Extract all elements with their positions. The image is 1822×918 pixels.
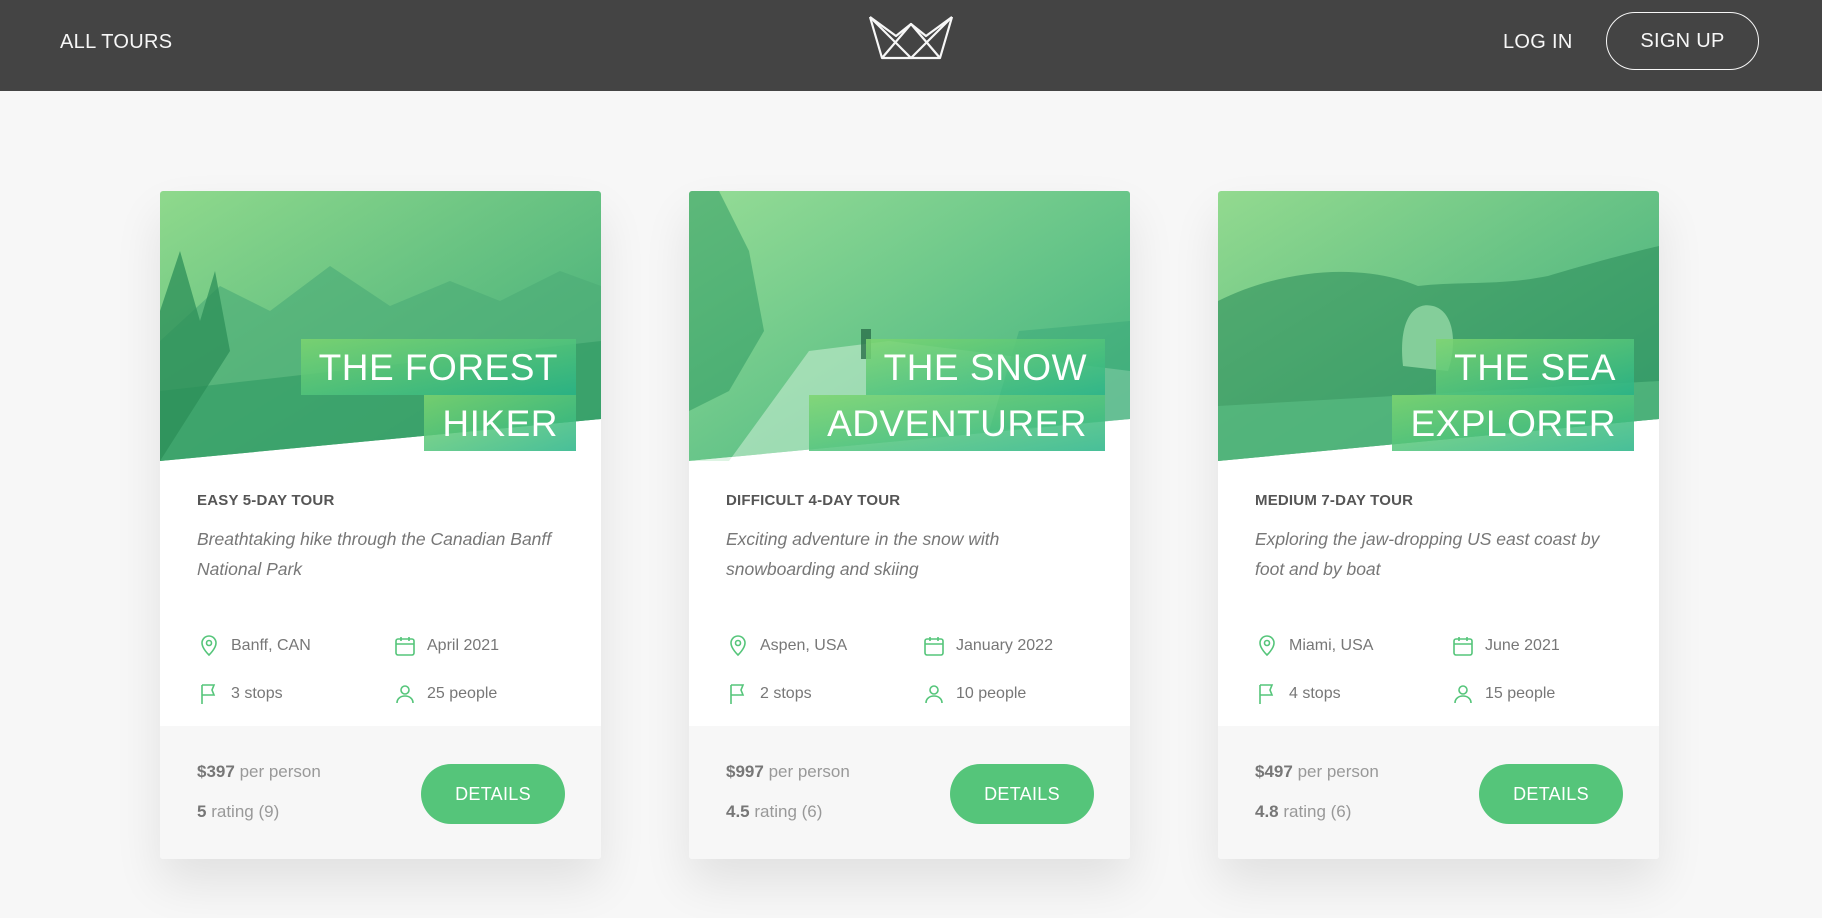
tour-people: 15 people: [1451, 682, 1555, 706]
all-tours-link[interactable]: ALL TOURS: [60, 31, 172, 54]
calendar-icon: [1453, 637, 1473, 656]
tour-image: THE SEA EXPLORER: [1218, 191, 1659, 461]
flag-icon: [1259, 684, 1274, 704]
tour-image: THE FOREST HIKER: [160, 191, 601, 461]
tour-date: April 2021: [393, 634, 499, 658]
tour-price: $497 per person: [1255, 762, 1379, 781]
calendar-icon: [924, 637, 944, 656]
tour-stops: 4 stops: [1255, 682, 1341, 706]
login-link[interactable]: LOG IN: [1503, 31, 1573, 54]
tour-price: $397 per person: [197, 762, 321, 781]
tour-price: $997 per person: [726, 762, 850, 781]
tour-summary: Exciting adventure in the snow with snow…: [726, 529, 1000, 579]
tour-rating: 5 rating (9): [197, 802, 280, 821]
tour-title: THE SNOW ADVENTURER: [809, 339, 1105, 451]
card-footer: $397 per person 5 rating (9) DETAILS: [160, 726, 601, 859]
tour-rating: 4.5 rating (6): [726, 802, 823, 821]
tour-difficulty: EASY 5-DAY TOUR: [197, 492, 335, 509]
tour-location: Aspen, USA: [726, 634, 847, 658]
tour-image: THE SNOW ADVENTURER: [689, 191, 1130, 461]
tour-location: Banff, CAN: [197, 634, 311, 658]
calendar-icon: [395, 637, 415, 656]
tour-summary: Breathtaking hike through the Canadian B…: [197, 529, 552, 579]
map-pin-icon: [1259, 635, 1275, 657]
tour-date: January 2022: [922, 634, 1053, 658]
user-icon: [1454, 685, 1472, 704]
details-button[interactable]: DETAILS: [421, 764, 565, 824]
card-footer: $997 per person 4.5 rating (6) DETAILS: [689, 726, 1130, 859]
tour-card: THE FOREST HIKER EASY 5-DAY TOUR Breatht…: [160, 191, 601, 859]
crown-logo-icon[interactable]: [868, 14, 954, 62]
map-pin-icon: [201, 635, 217, 657]
tour-people: 10 people: [922, 682, 1026, 706]
tour-difficulty: MEDIUM 7-DAY TOUR: [1255, 492, 1414, 509]
tour-date: June 2021: [1451, 634, 1560, 658]
tour-card: THE SEA EXPLORER MEDIUM 7-DAY TOUR Explo…: [1218, 191, 1659, 859]
map-pin-icon: [730, 635, 746, 657]
user-icon: [396, 685, 414, 704]
flag-icon: [730, 684, 745, 704]
details-button[interactable]: DETAILS: [1479, 764, 1623, 824]
flag-icon: [201, 684, 216, 704]
tour-title: THE SEA EXPLORER: [1392, 339, 1634, 451]
tour-people: 25 people: [393, 682, 497, 706]
tour-rating: 4.8 rating (6): [1255, 802, 1352, 821]
tour-stops: 3 stops: [197, 682, 283, 706]
card-footer: $497 per person 4.8 rating (6) DETAILS: [1218, 726, 1659, 859]
signup-button[interactable]: SIGN UP: [1606, 12, 1759, 70]
tour-summary: Exploring the jaw-dropping US east coast…: [1255, 529, 1600, 579]
tour-title: THE FOREST HIKER: [300, 339, 576, 451]
tour-stops: 2 stops: [726, 682, 812, 706]
details-button[interactable]: DETAILS: [950, 764, 1094, 824]
user-icon: [925, 685, 943, 704]
site-header: ALL TOURS LOG IN SIGN UP: [0, 0, 1822, 91]
tour-card: THE SNOW ADVENTURER DIFFICULT 4-DAY TOUR…: [689, 191, 1130, 859]
tour-location: Miami, USA: [1255, 634, 1373, 658]
tour-difficulty: DIFFICULT 4-DAY TOUR: [726, 492, 901, 509]
